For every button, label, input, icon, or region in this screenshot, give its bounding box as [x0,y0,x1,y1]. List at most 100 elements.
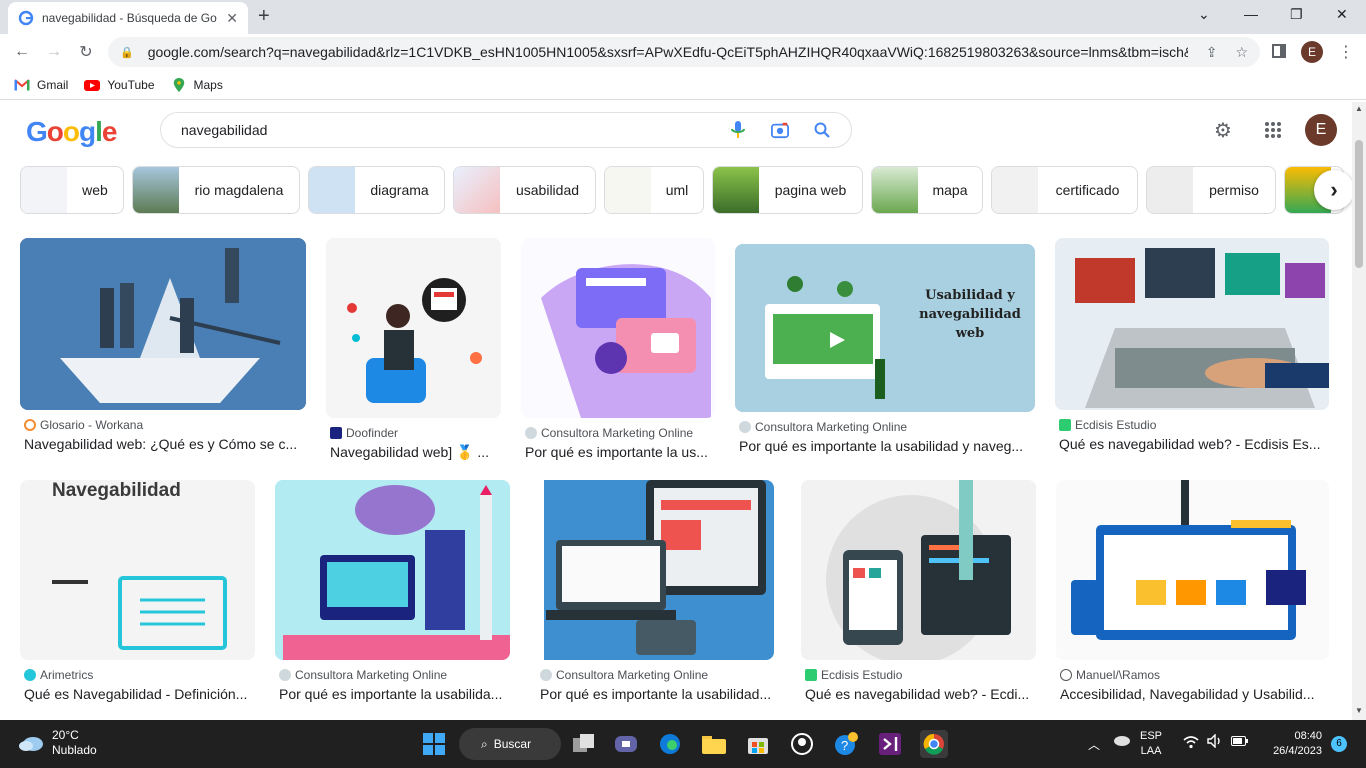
weather-widget[interactable]: 20°C Nublado [18,728,97,758]
image-result-8[interactable]: Consultora Marketing Online Por qué es i… [536,480,774,702]
chrome-menu-icon[interactable]: ⋮ [1338,42,1354,62]
chip-usabilidad[interactable]: usabilidad [453,166,596,214]
image-result-4[interactable]: Usabilidad y navegabilidad web Consultor… [735,244,1035,454]
account-avatar[interactable]: E [1305,114,1337,146]
chip-diagrama[interactable]: diagrama [308,166,445,214]
result-image[interactable] [326,238,501,418]
reload-button[interactable]: ↻ [76,42,96,62]
close-window-button[interactable]: ✕ [1336,6,1348,23]
result-image[interactable] [1055,238,1329,410]
help-tips-icon[interactable]: ? [832,730,860,758]
profile-avatar[interactable]: E [1301,41,1323,63]
volume-icon[interactable] [1207,733,1223,751]
battery-icon[interactable] [1231,736,1249,749]
tab-search-icon[interactable]: ⌄ [1198,6,1210,23]
scroll-down-icon[interactable]: ▼ [1355,706,1363,715]
result-title[interactable]: Qué es navegabilidad web? - Ecdi... [801,686,1036,702]
result-source[interactable]: Consultora Marketing Online [755,420,907,434]
result-title[interactable]: Por qué es importante la us... [521,444,715,460]
chips-next-arrow-icon[interactable]: › [1314,170,1352,210]
result-image[interactable]: Usabilidad y navegabilidad web [735,244,1035,412]
result-title[interactable]: Navegabilidad web: ¿Qué es y Cómo se c..… [20,436,306,452]
result-source[interactable]: Ecdisis Estudio [1075,418,1156,432]
bookmark-youtube[interactable]: YouTube [84,78,155,92]
result-source[interactable]: Glosario - Workana [40,418,143,432]
bookmark-gmail[interactable]: Gmail [14,78,68,92]
tab-close-icon[interactable]: ✕ [226,10,238,27]
image-result-10[interactable]: Manuel/\Ramos Accesibilidad, Navegabilid… [1056,480,1329,702]
chip-uml[interactable]: uml [604,166,704,214]
lock-icon[interactable]: 🔒 [120,46,134,59]
new-tab-button[interactable]: + [258,6,270,26]
settings-gear-icon[interactable]: ⚙ [1211,118,1235,142]
search-box[interactable] [160,112,852,148]
scrollbar-thumb[interactable] [1355,140,1363,268]
result-source[interactable]: Manuel/\Ramos [1076,668,1160,682]
google-logo[interactable]: Google [26,116,117,148]
result-image[interactable] [20,238,306,410]
notification-badge[interactable]: 6 [1331,736,1347,752]
scroll-up-icon[interactable]: ▲ [1355,104,1363,113]
show-hidden-icons-chevron-icon[interactable]: ︿ [1088,736,1100,753]
maximize-button[interactable]: ❐ [1290,6,1303,23]
result-title[interactable]: Qué es Navegabilidad - Definición... [20,686,255,702]
forward-button[interactable]: → [44,42,64,62]
chip-permiso[interactable]: permiso [1146,166,1276,214]
result-source[interactable]: Arimetrics [40,668,93,682]
result-source[interactable]: Consultora Marketing Online [541,426,693,440]
result-title[interactable]: Navegabilidad web] 🥇 ... [326,444,501,461]
result-source[interactable]: Consultora Marketing Online [556,668,708,682]
result-source[interactable]: Consultora Marketing Online [295,668,447,682]
camera-lens-icon[interactable] [771,121,789,139]
onedrive-cloud-icon[interactable] [1112,734,1130,749]
result-title[interactable]: Qué es navegabilidad web? - Ecdisis Es..… [1055,436,1329,452]
image-result-7[interactable]: Consultora Marketing Online Por qué es i… [275,480,510,702]
result-source[interactable]: Doofinder [346,426,398,440]
microsoft-store-icon[interactable] [744,730,772,758]
visual-studio-icon[interactable] [876,730,904,758]
chrome-taskbar-icon[interactable] [920,730,948,758]
edge-browser-icon[interactable] [656,730,684,758]
file-explorer-icon[interactable] [700,730,728,758]
side-panel-icon[interactable] [1272,44,1286,58]
bookmark-maps[interactable]: Maps [171,77,223,92]
result-title[interactable]: Accesibilidad, Navegabilidad y Usabilid.… [1056,686,1329,702]
windows-start-icon[interactable] [420,730,448,758]
result-image[interactable] [536,480,774,660]
taskbar-search[interactable]: ⌕ Buscar [459,728,561,760]
url-text[interactable]: google.com/search?q=navegabilidad&rlz=1C… [148,44,1188,60]
browser-tab[interactable]: navegabilidad - Búsqueda de Go ✕ [8,2,248,34]
result-image[interactable] [1056,480,1329,660]
result-title[interactable]: Por qué es importante la usabilidad... [536,686,774,702]
address-bar[interactable]: 🔒 google.com/search?q=navegabilidad&rlz=… [108,37,1260,67]
chip-web[interactable]: web [20,166,124,214]
wifi-icon[interactable] [1183,735,1199,752]
chip-mapa[interactable]: mapa [871,166,983,214]
image-result-5[interactable]: Ecdisis Estudio Qué es navegabilidad web… [1055,238,1329,452]
chip-certificado[interactable]: certificado [991,166,1138,214]
result-source[interactable]: Ecdisis Estudio [821,668,902,682]
teams-chat-icon[interactable] [612,730,640,758]
github-icon[interactable] [788,730,816,758]
result-title[interactable]: Por qué es importante la usabilida... [275,686,510,702]
image-result-9[interactable]: Ecdisis Estudio Qué es navegabilidad web… [801,480,1036,702]
result-title[interactable]: Por qué es importante la usabilidad y na… [735,438,1035,454]
result-image[interactable] [801,480,1036,660]
result-image[interactable]: Navegabilidad [20,480,255,660]
image-result-6[interactable]: Navegabilidad Arimetrics Qué es Navegabi… [20,480,255,702]
share-icon[interactable]: ⇪ [1206,44,1218,61]
bookmark-star-icon[interactable]: ☆ [1235,44,1248,61]
image-result-2[interactable]: Doofinder Navegabilidad web] 🥇 ... [326,238,501,461]
language-indicator[interactable]: ESP LAA [1140,729,1162,759]
page-scrollbar[interactable]: ▲ ▼ [1352,102,1366,720]
search-icon[interactable] [813,121,831,139]
task-view-icon[interactable] [570,730,598,758]
search-input[interactable] [181,122,705,138]
minimize-button[interactable]: — [1244,6,1258,22]
image-result-3[interactable]: Consultora Marketing Online Por qué es i… [521,238,715,460]
result-image[interactable] [521,238,715,418]
apps-grid-icon[interactable] [1261,118,1285,142]
result-image[interactable] [275,480,510,660]
chip-rio-magdalena[interactable]: rio magdalena [132,166,300,214]
clock[interactable]: 08:40 26/4/2023 [1260,729,1322,759]
